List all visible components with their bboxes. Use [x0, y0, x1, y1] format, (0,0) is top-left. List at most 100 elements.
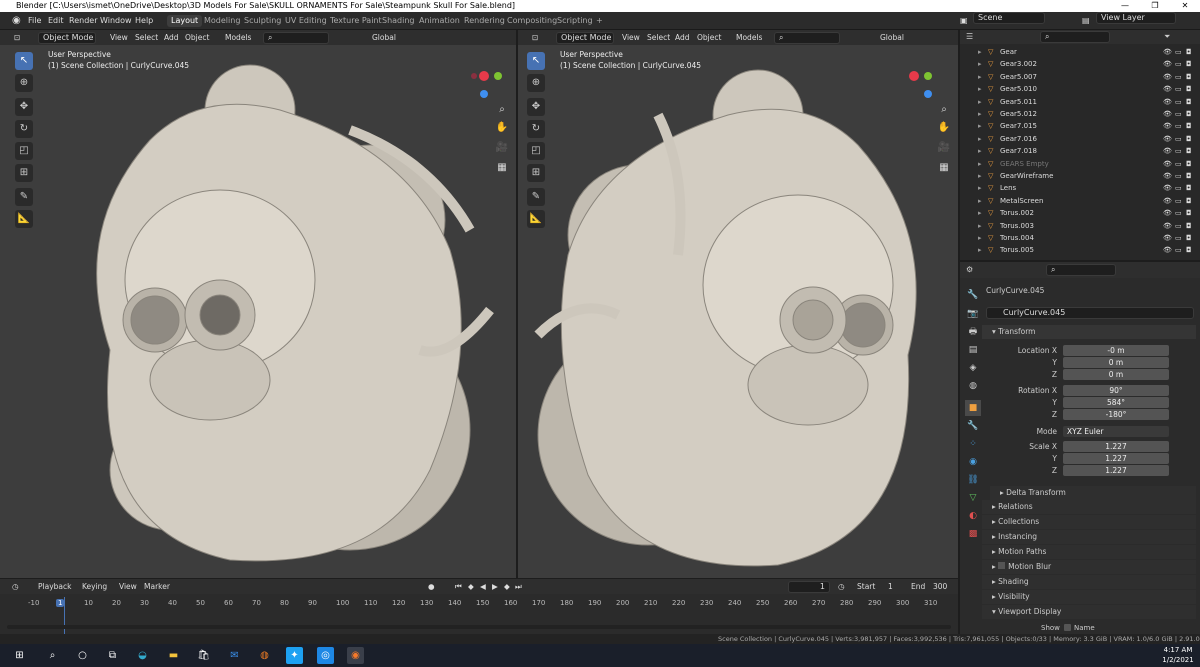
- monitor-icon[interactable]: ▭: [1175, 120, 1182, 132]
- tab-uv-editing[interactable]: UV Editing: [281, 15, 331, 27]
- expand-arrow-icon[interactable]: ▸: [978, 133, 982, 145]
- move-tool-icon[interactable]: ✥: [15, 98, 33, 116]
- expand-arrow-icon[interactable]: ▸: [978, 158, 982, 170]
- firefox-icon[interactable]: ◍: [256, 647, 273, 664]
- scale-tool-icon[interactable]: ◰: [15, 142, 33, 160]
- menu-playback[interactable]: Playback: [38, 581, 71, 592]
- tab-sculpting[interactable]: Sculpting: [240, 15, 285, 27]
- mode-selector[interactable]: Object Mode: [556, 32, 614, 44]
- tab-scripting[interactable]: Scripting: [553, 15, 597, 27]
- start-frame-field[interactable]: 1: [888, 581, 893, 592]
- render-camera-icon[interactable]: ◘: [1186, 71, 1192, 83]
- render-camera-icon[interactable]: ◘: [1186, 108, 1192, 120]
- menu-keying[interactable]: Keying: [82, 581, 107, 592]
- expand-arrow-icon[interactable]: ▸: [978, 207, 982, 219]
- annotate-tool-icon[interactable]: ✎: [15, 188, 33, 206]
- store-icon[interactable]: 🛍: [195, 647, 212, 664]
- panel-collections[interactable]: ▸ Collections: [982, 515, 1196, 529]
- monitor-icon[interactable]: ▭: [1175, 207, 1182, 219]
- visibility-eye-icon[interactable]: 👁: [1163, 220, 1172, 232]
- render-camera-icon[interactable]: ◘: [1186, 83, 1192, 95]
- outliner-row[interactable]: ▸ ▽ Gear 👁 ▭ ◘: [960, 46, 1200, 58]
- menu-models[interactable]: Models: [736, 32, 762, 43]
- menu-help[interactable]: Help: [135, 15, 153, 27]
- tab-modeling[interactable]: Modeling: [200, 15, 244, 27]
- view-layer-selector[interactable]: View Layer: [1096, 12, 1176, 24]
- menu-window[interactable]: Window: [100, 15, 132, 27]
- mode-selector[interactable]: Object Mode: [38, 32, 96, 44]
- render-camera-icon[interactable]: ◘: [1186, 220, 1192, 232]
- menu-view[interactable]: View: [622, 32, 640, 43]
- scale-y-field[interactable]: 1.227: [1063, 453, 1169, 464]
- expand-arrow-icon[interactable]: ▸: [978, 96, 982, 108]
- outliner-row[interactable]: ▸ ▽ Torus.002 👁 ▭ ◘: [960, 207, 1200, 219]
- jump-end-icon[interactable]: ⏭: [515, 581, 522, 592]
- outliner-row[interactable]: ▸ ▽ Gear5.007 👁 ▭ ◘: [960, 71, 1200, 83]
- visibility-eye-icon[interactable]: 👁: [1163, 195, 1172, 207]
- expand-arrow-icon[interactable]: ▸: [978, 58, 982, 70]
- edge-icon[interactable]: ◒: [134, 647, 151, 664]
- menu-object[interactable]: Object: [185, 32, 209, 43]
- expand-arrow-icon[interactable]: ▸: [978, 182, 982, 194]
- render-camera-icon[interactable]: ◘: [1186, 195, 1192, 207]
- panel-motion-blur[interactable]: ▸ Motion Blur: [982, 560, 1196, 574]
- monitor-icon[interactable]: ▭: [1175, 83, 1182, 95]
- visibility-eye-icon[interactable]: 👁: [1163, 133, 1172, 145]
- menu-add[interactable]: Add: [164, 32, 179, 43]
- panel-shading[interactable]: ▸ Shading: [982, 575, 1196, 589]
- monitor-icon[interactable]: ▭: [1175, 46, 1182, 58]
- outliner-row[interactable]: ▸ ▽ Gear7.016 👁 ▭ ◘: [960, 133, 1200, 145]
- mail-icon[interactable]: ✉: [226, 647, 243, 664]
- orientation-selector[interactable]: Global: [880, 32, 904, 43]
- visibility-eye-icon[interactable]: 👁: [1163, 46, 1172, 58]
- tool-tab-icon[interactable]: 🔧: [965, 287, 981, 303]
- name-checkbox[interactable]: [1064, 624, 1071, 631]
- timeline-editor-icon[interactable]: ◷: [12, 581, 19, 592]
- end-frame-field[interactable]: 300: [933, 581, 947, 592]
- monitor-icon[interactable]: ▭: [1175, 108, 1182, 120]
- current-frame-field[interactable]: 1: [788, 581, 830, 593]
- expand-arrow-icon[interactable]: ▸: [978, 108, 982, 120]
- panel-instancing[interactable]: ▸ Instancing: [982, 530, 1196, 544]
- visibility-eye-icon[interactable]: 👁: [1163, 207, 1172, 219]
- texture-tab-icon[interactable]: ▩: [965, 526, 981, 542]
- visibility-eye-icon[interactable]: 👁: [1163, 108, 1172, 120]
- properties-editor-icon[interactable]: ⚙: [966, 265, 973, 274]
- outliner-row[interactable]: ▸ ▽ Torus.005 👁 ▭ ◘: [960, 244, 1200, 256]
- editor-type-icon[interactable]: ⊡: [532, 32, 538, 43]
- visibility-eye-icon[interactable]: 👁: [1163, 170, 1172, 182]
- outliner-row[interactable]: ▸ ▽ GEARS Empty 👁 ▭ ◘: [960, 158, 1200, 170]
- monitor-icon[interactable]: ▭: [1175, 96, 1182, 108]
- file-explorer-icon[interactable]: ▬: [165, 647, 182, 664]
- menu-marker[interactable]: Marker: [144, 581, 170, 592]
- twitter-icon[interactable]: ✦: [286, 647, 303, 664]
- scale-z-field[interactable]: 1.227: [1063, 465, 1169, 476]
- expand-arrow-icon[interactable]: ▸: [978, 195, 982, 207]
- tab-texture-paint[interactable]: Texture Paint: [326, 15, 386, 27]
- rotation-y-field[interactable]: 584°: [1063, 397, 1169, 408]
- render-camera-icon[interactable]: ◘: [1186, 170, 1192, 182]
- monitor-icon[interactable]: ▭: [1175, 220, 1182, 232]
- menu-edit[interactable]: Edit: [48, 15, 64, 27]
- rotation-x-field[interactable]: 90°: [1063, 385, 1169, 396]
- view-layer-icon[interactable]: ▤: [1082, 15, 1090, 27]
- tab-rendering[interactable]: Rendering: [460, 15, 509, 27]
- monitor-icon[interactable]: ▭: [1175, 244, 1182, 256]
- play-reverse-icon[interactable]: ◀: [480, 581, 486, 592]
- material-tab-icon[interactable]: ◐: [965, 508, 981, 524]
- menu-view[interactable]: View: [110, 32, 128, 43]
- visibility-eye-icon[interactable]: 👁: [1163, 145, 1172, 157]
- cortana-icon[interactable]: ○: [74, 647, 91, 664]
- monitor-icon[interactable]: ▭: [1175, 58, 1182, 70]
- monitor-icon[interactable]: ▭: [1175, 182, 1182, 194]
- render-camera-icon[interactable]: ◘: [1186, 158, 1192, 170]
- scene-icon[interactable]: ▣: [960, 15, 968, 27]
- outliner-row[interactable]: ▸ ▽ Gear5.011 👁 ▭ ◘: [960, 96, 1200, 108]
- panel-motion-paths[interactable]: ▸ Motion Paths: [982, 545, 1196, 559]
- panel-delta-transform[interactable]: ▸ Delta Transform: [990, 486, 1196, 500]
- menu-add[interactable]: Add: [675, 32, 690, 43]
- visibility-eye-icon[interactable]: 👁: [1163, 120, 1172, 132]
- visibility-eye-icon[interactable]: 👁: [1163, 232, 1172, 244]
- timeline-editor[interactable]: ◷ Playback Keying View Marker ● ⏮ ◆ ◀ ▶ …: [0, 579, 958, 634]
- motion-blur-checkbox[interactable]: [998, 562, 1006, 569]
